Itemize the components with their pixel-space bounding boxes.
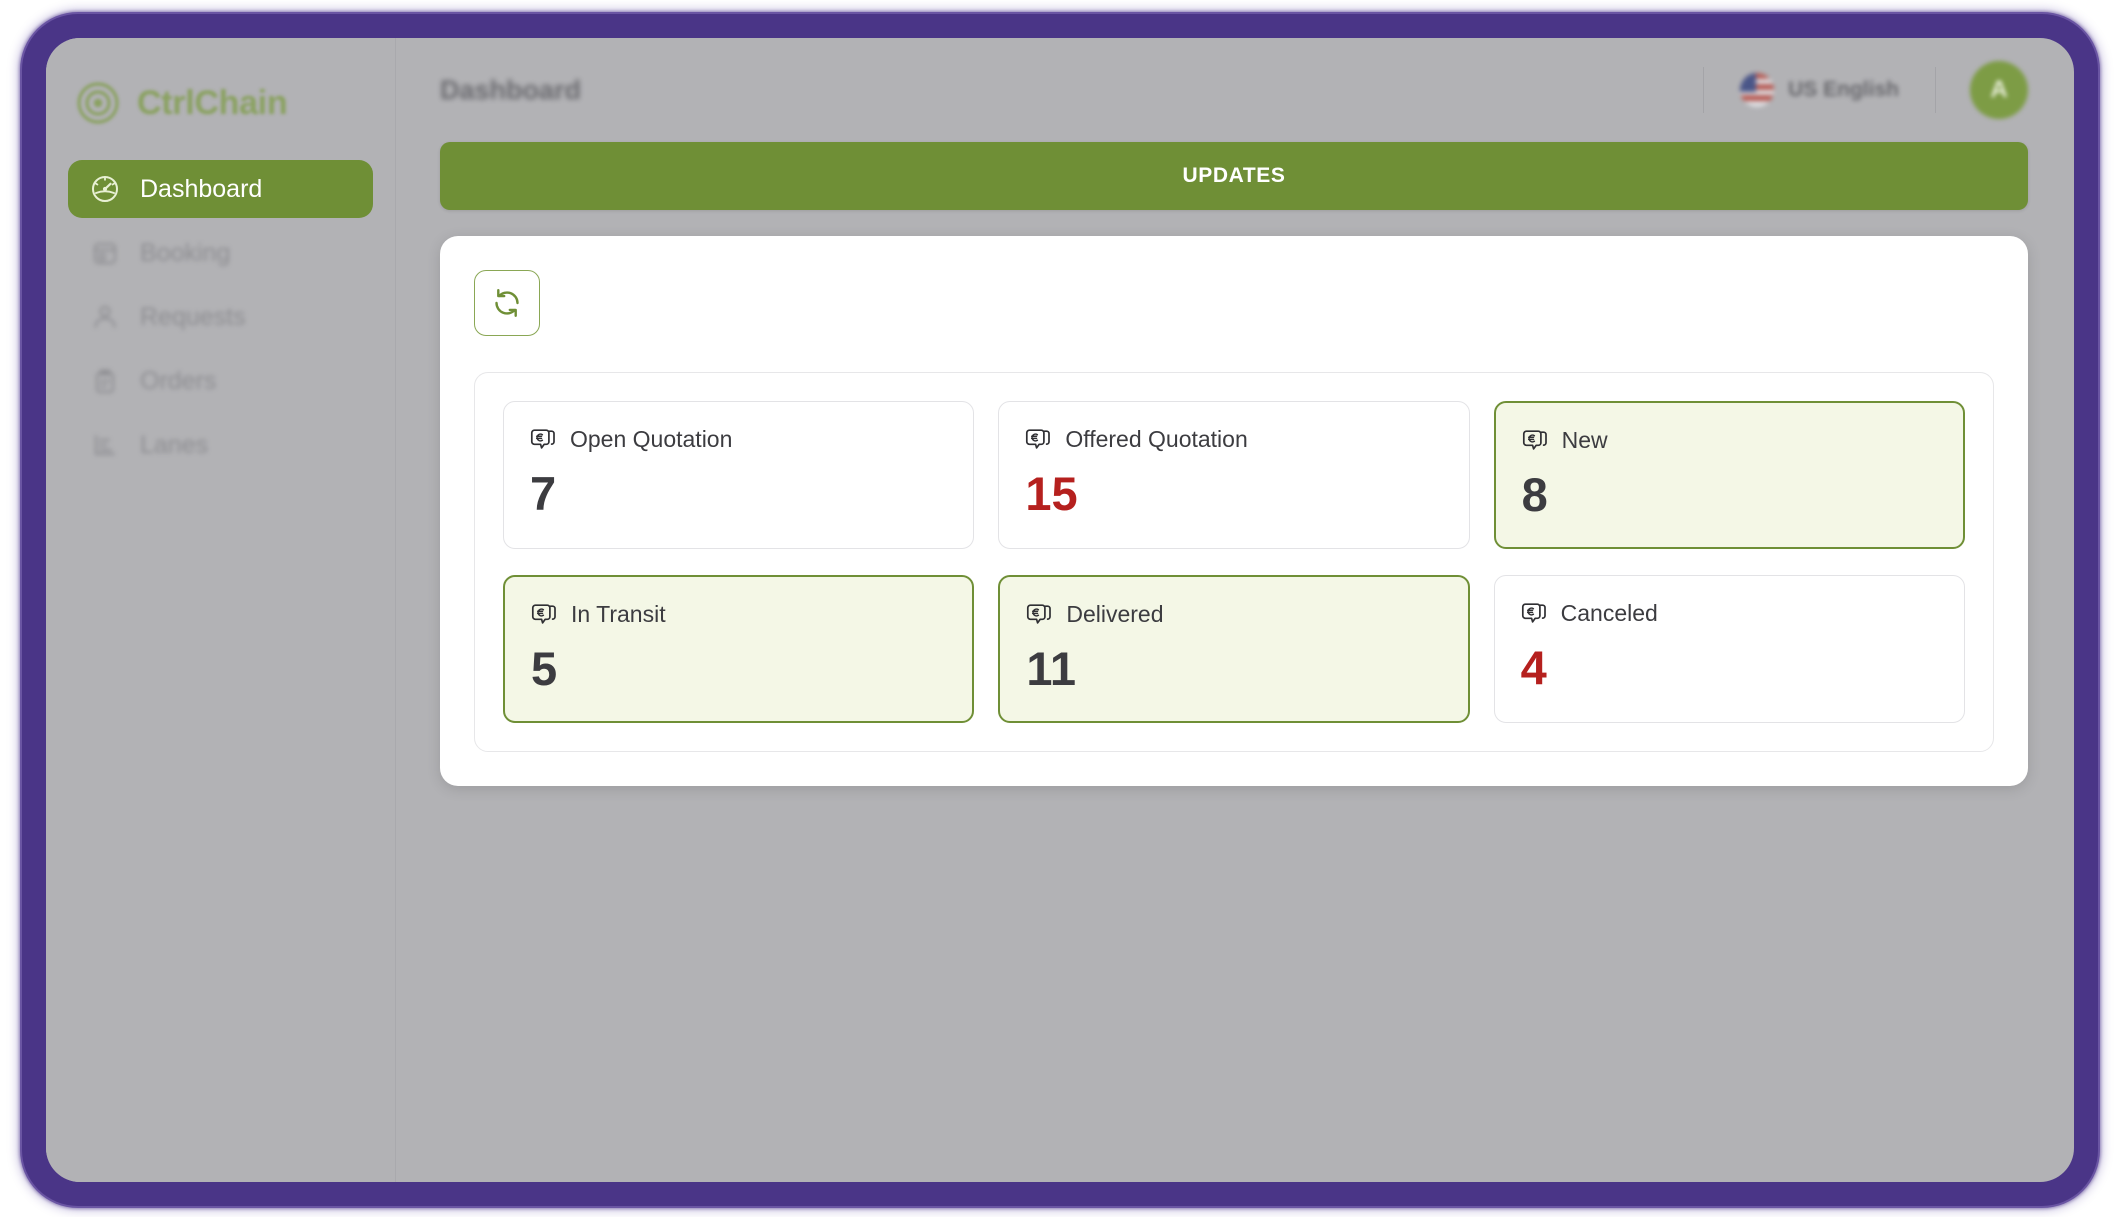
sidebar-item-label: Orders [140, 366, 217, 395]
stat-card-delivered[interactable]: Delivered 11 [998, 575, 1470, 723]
brand-logo[interactable]: CtrlChain [68, 64, 373, 142]
euro-bubble-icon [530, 427, 556, 453]
sidebar-nav: Dashboard Booking Requests Orders Lanes [68, 160, 373, 474]
euro-bubble-icon [1521, 601, 1547, 627]
avatar-initial: A [1990, 76, 2008, 103]
lanes-icon [90, 430, 120, 460]
app-window: CtrlChain Dashboard Booking Requests Ord… [46, 38, 2074, 1182]
language-selector[interactable]: US English [1722, 73, 1917, 107]
sidebar-item-label: Lanes [140, 430, 209, 459]
stat-card-offered-quotation[interactable]: Offered Quotation 15 [998, 401, 1470, 549]
stat-card-canceled[interactable]: Canceled 4 [1493, 575, 1965, 723]
stat-card-header: In Transit [531, 601, 946, 628]
sidebar-item-lanes[interactable]: Lanes [68, 416, 373, 474]
language-label: US English [1788, 78, 1899, 101]
sidebar-item-label: Requests [140, 302, 246, 331]
dashboard-panel: Open Quotation 7 Offered Quotation 15 Ne… [440, 236, 2028, 786]
stat-card-header: Open Quotation [530, 426, 947, 453]
gauge-icon [90, 174, 120, 204]
brand-name: CtrlChain [137, 83, 288, 122]
sidebar-item-dashboard[interactable]: Dashboard [68, 160, 373, 218]
sidebar: CtrlChain Dashboard Booking Requests Ord… [46, 38, 396, 1182]
sidebar-item-label: Dashboard [140, 174, 263, 203]
refresh-button[interactable] [474, 270, 540, 336]
stat-card-open-quotation[interactable]: Open Quotation 7 [503, 401, 975, 549]
stat-card-header: New [1522, 427, 1937, 454]
stat-card-grid: Open Quotation 7 Offered Quotation 15 Ne… [503, 401, 1965, 723]
updates-banner-label: UPDATES [1182, 164, 1286, 187]
us-flag-icon [1740, 73, 1775, 107]
stat-card-label: Open Quotation [570, 426, 733, 452]
sidebar-item-requests[interactable]: Requests [68, 288, 373, 346]
stat-card-value: 5 [531, 642, 558, 695]
content-area: UPDATES Open Quotation 7 Offered Quotati… [396, 142, 2074, 1182]
euro-bubble-icon [1522, 428, 1548, 454]
topbar-divider-left [1703, 67, 1705, 113]
stat-card-value: 8 [1521, 468, 1548, 521]
stat-card-label: New [1561, 427, 1608, 453]
euro-bubble-icon [1025, 427, 1051, 453]
page-title: Dashboard [440, 74, 582, 105]
sidebar-item-label: Booking [140, 238, 231, 267]
euro-bubble-icon [1026, 602, 1052, 628]
stat-card-in-transit[interactable]: In Transit 5 [503, 575, 975, 723]
stat-card-header: Offered Quotation [1025, 426, 1442, 453]
window-frame: CtrlChain Dashboard Booking Requests Ord… [22, 14, 2098, 1206]
sidebar-item-orders[interactable]: Orders [68, 352, 373, 410]
stat-card-value: 7 [530, 467, 557, 520]
stat-cards-container: Open Quotation 7 Offered Quotation 15 Ne… [474, 372, 1994, 752]
stat-card-label: Canceled [1560, 600, 1658, 626]
stat-card-label: In Transit [571, 601, 666, 627]
euro-bubble-icon [531, 602, 557, 628]
requests-icon [90, 302, 120, 332]
stat-card-value: 4 [1520, 641, 1547, 694]
sidebar-item-booking[interactable]: Booking [68, 224, 373, 282]
stat-card-value: 11 [1026, 642, 1077, 695]
stat-card-header: Canceled [1521, 600, 1938, 627]
target-spiral-icon [76, 81, 120, 125]
avatar[interactable]: A [1970, 61, 2028, 119]
stat-card-new[interactable]: New 8 [1493, 401, 1965, 549]
topbar-divider-right [1935, 67, 1936, 113]
stat-card-label: Offered Quotation [1065, 426, 1248, 452]
orders-icon [90, 366, 120, 396]
stat-card-value: 15 [1025, 467, 1078, 520]
main-area: Dashboard US English A UPDATES Open Quot… [396, 38, 2074, 1182]
booking-icon [90, 238, 120, 268]
refresh-icon [490, 286, 524, 320]
stat-card-header: Delivered [1026, 601, 1441, 628]
top-bar: Dashboard US English A [396, 38, 2074, 142]
updates-banner[interactable]: UPDATES [440, 142, 2028, 210]
stat-card-label: Delivered [1066, 601, 1164, 627]
